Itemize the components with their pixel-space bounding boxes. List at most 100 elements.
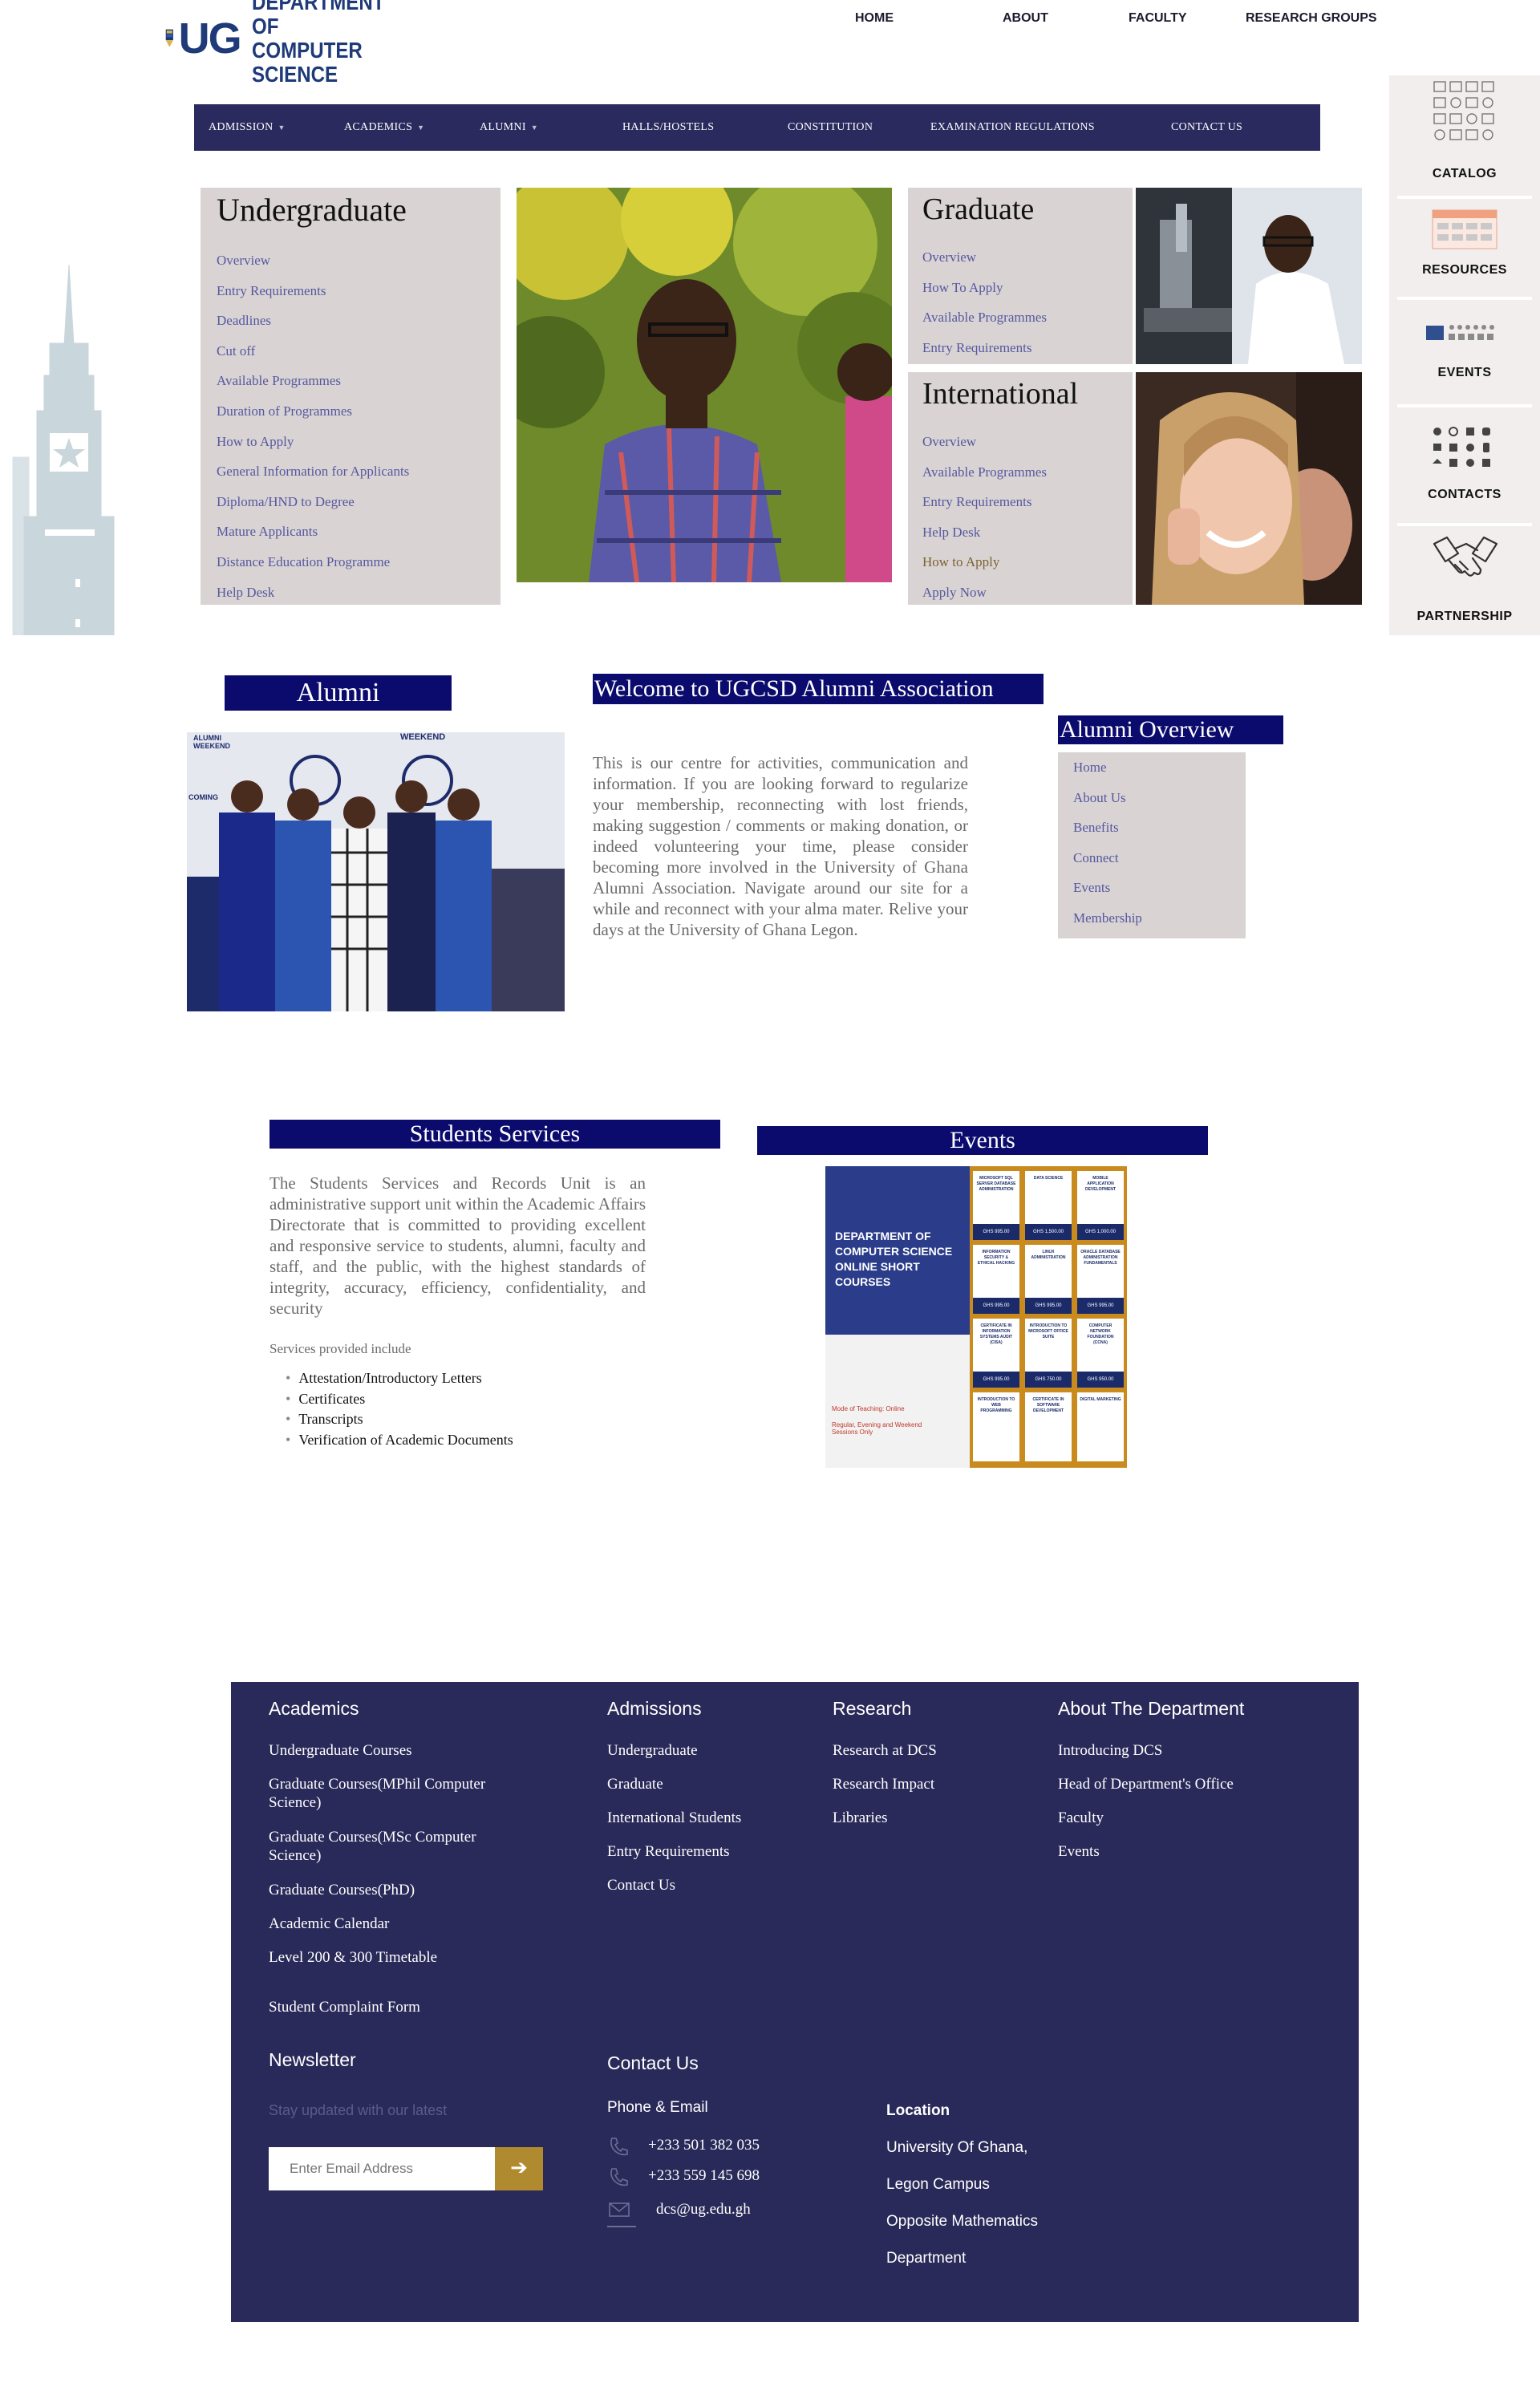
poster-course-name: CERTIFICATE IN INFORMATION SYSTEMS AUDIT…	[979, 1323, 1013, 1345]
international-student-photo-image	[1136, 372, 1362, 605]
service-item: • Transcripts	[286, 1411, 363, 1428]
footer-research-heading: Research	[833, 1698, 912, 1719]
ug-link-duration[interactable]: Duration of Programmes	[217, 396, 409, 427]
footer-link-events[interactable]: Events	[1058, 1842, 1100, 1861]
contact-email[interactable]: dcs@ug.edu.gh	[656, 2200, 751, 2219]
footer-link-msc[interactable]: Graduate Courses(MSc Computer Science)	[269, 1828, 525, 1865]
footer-link-libraries[interactable]: Libraries	[833, 1809, 888, 1827]
ug-link-help-desk[interactable]: Help Desk	[217, 577, 409, 608]
sidebar-item-events[interactable]: EVENTS	[1389, 300, 1540, 404]
poster-course-price: GHS 995.00	[973, 1372, 1019, 1388]
alumni-link-connect[interactable]: Connect	[1073, 843, 1142, 873]
footer-link-research-impact[interactable]: Research Impact	[833, 1775, 934, 1793]
ug-link-mature-applicants[interactable]: Mature Applicants	[217, 517, 409, 547]
newsletter-submit-button[interactable]: ➔	[495, 2147, 543, 2190]
grad-link-overview[interactable]: Overview	[922, 242, 1047, 273]
ug-link-available-programmes[interactable]: Available Programmes	[217, 366, 409, 396]
alumni-link-events[interactable]: Events	[1073, 873, 1142, 903]
nav-halls-hostels[interactable]: HALLS/HOSTELS	[622, 104, 714, 151]
location-line-1: University Of Ghana,	[886, 2139, 1028, 2156]
footer-link-entry-requirements[interactable]: Entry Requirements	[607, 1842, 730, 1861]
intl-link-overview[interactable]: Overview	[922, 427, 1047, 457]
site-footer: Academics Undergraduate Courses Graduate…	[231, 1682, 1359, 2322]
ug-link-distance-education[interactable]: Distance Education Programme	[217, 547, 409, 577]
grad-link-how-to-apply[interactable]: How To Apply	[922, 273, 1047, 303]
alumni-link-home[interactable]: Home	[1073, 752, 1142, 783]
sidebar-item-partnership[interactable]: PARTNERSHIP	[1389, 526, 1540, 635]
top-nav-research-groups[interactable]: RESEARCH GROUPS	[1246, 11, 1377, 26]
top-nav-about[interactable]: ABOUT	[1003, 11, 1048, 26]
nav-examination-regulations[interactable]: EXAMINATION REGULATIONS	[930, 104, 1095, 151]
ug-link-how-to-apply[interactable]: How to Apply	[217, 427, 409, 457]
alumni-link-about-us[interactable]: About Us	[1073, 783, 1142, 813]
top-nav-faculty[interactable]: FACULTY	[1129, 11, 1187, 26]
students-services-text: The Students Services and Records Unit i…	[270, 1173, 646, 1318]
events-heading: Events	[757, 1126, 1208, 1155]
chevron-down-icon: ▼	[278, 124, 286, 132]
nav-alumni[interactable]: ALUMNI ▼	[480, 104, 538, 151]
contact-phone-1[interactable]: +233 501 382 035	[648, 2136, 760, 2154]
contact-phone-2[interactable]: +233 559 145 698	[648, 2166, 760, 2185]
graduate-title: Graduate	[922, 192, 1035, 226]
main-navbar: ADMISSION ▼ ACADEMICS ▼ ALUMNI ▼ HALLS/HOST…	[194, 104, 1320, 151]
top-nav-home[interactable]: HOME	[855, 11, 894, 26]
footer-link-graduate[interactable]: Graduate	[607, 1775, 663, 1793]
footer-link-contact-us[interactable]: Contact Us	[607, 1876, 675, 1894]
footer-link-faculty[interactable]: Faculty	[1058, 1809, 1104, 1827]
poster-course-name: DATA SCIENCE	[1033, 1176, 1064, 1181]
poster-course-price: GHS 995.00	[1025, 1298, 1072, 1314]
sidebar-item-resources[interactable]: RESOURCES	[1389, 199, 1540, 297]
footer-link-phd[interactable]: Graduate Courses(PhD)	[269, 1881, 525, 1899]
location-line-3: Opposite Mathematics	[886, 2213, 1039, 2230]
sidebar-item-catalog[interactable]: CATALOG	[1389, 75, 1540, 196]
sidebar-label-resources: RESOURCES	[1422, 263, 1507, 277]
footer-link-academic-calendar[interactable]: Academic Calendar	[269, 1915, 525, 1933]
footer-link-mphil[interactable]: Graduate Courses(MPhil Computer Science)	[269, 1775, 525, 1812]
alumni-link-benefits[interactable]: Benefits	[1073, 812, 1142, 843]
ug-link-general-info[interactable]: General Information for Applicants	[217, 456, 409, 487]
ug-link-diploma-hnd[interactable]: Diploma/HND to Degree	[217, 487, 409, 517]
footer-link-international-students[interactable]: International Students	[607, 1809, 741, 1827]
alumni-banner-left: ALUMNI WEEKEND	[193, 734, 231, 750]
nav-constitution[interactable]: CONSTITUTION	[788, 104, 873, 151]
events-poster[interactable]: DEPARTMENT OF COMPUTER SCIENCE ONLINE SH…	[825, 1166, 1127, 1468]
intl-link-available-programmes[interactable]: Available Programmes	[922, 457, 1047, 488]
nav-academics[interactable]: ACADEMICS ▼	[344, 104, 424, 151]
intl-link-how-to-apply[interactable]: How to Apply	[922, 547, 1047, 577]
footer-link-timetable[interactable]: Level 200 & 300 Timetable	[269, 1948, 525, 1967]
alumni-overview-panel: Home About Us Benefits Connect Events Me…	[1058, 752, 1246, 938]
ug-link-cut-off[interactable]: Cut off	[217, 336, 409, 367]
footer-link-undergraduate-courses[interactable]: Undergraduate Courses	[269, 1741, 525, 1760]
footer-link-undergraduate[interactable]: Undergraduate	[607, 1741, 698, 1760]
ug-link-overview[interactable]: Overview	[217, 245, 409, 276]
poster-course-price: GHS 1,000.00	[1077, 1224, 1124, 1240]
footer-link-complaint-form[interactable]: Student Complaint Form	[269, 1998, 525, 2016]
intl-link-entry-requirements[interactable]: Entry Requirements	[922, 487, 1047, 517]
footer-link-hod-office[interactable]: Head of Department's Office	[1058, 1775, 1234, 1793]
ug-link-entry-requirements[interactable]: Entry Requirements	[217, 276, 409, 306]
intl-link-apply-now[interactable]: Apply Now	[922, 577, 1047, 608]
resources-icon	[1432, 209, 1497, 249]
nav-contact-us[interactable]: CONTACT US	[1171, 104, 1242, 151]
poster-course-card: ORACLE DATABASE ADMINISTRATION FUNDAMENT…	[1077, 1245, 1124, 1314]
poster-course-card: INFORMATION SECURITY & ETHICAL HACKING GH…	[973, 1245, 1019, 1314]
bullet-icon: •	[286, 1370, 291, 1386]
nav-admission[interactable]: ADMISSION ▼	[209, 104, 286, 151]
ug-link-deadlines[interactable]: Deadlines	[217, 306, 409, 336]
logo-mark: UG	[178, 14, 242, 63]
poster-course-name: DIGITAL MARKETING	[1080, 1397, 1121, 1402]
intl-link-help-desk[interactable]: Help Desk	[922, 517, 1047, 548]
site-logo[interactable]: UG DEPARTMENT OF COMPUTER SCIENCE	[165, 0, 406, 87]
sidebar-item-contacts[interactable]: CONTACTS	[1389, 407, 1540, 523]
poster-course-card: COMPUTER NETWORK FOUNDATION (CCNA) GHS 95…	[1077, 1319, 1124, 1388]
footer-link-introducing-dcs[interactable]: Introducing DCS	[1058, 1741, 1162, 1760]
poster-course-price: GHS 1,500.00	[1025, 1224, 1072, 1240]
grad-link-available-programmes[interactable]: Available Programmes	[922, 302, 1047, 333]
alumni-link-membership[interactable]: Membership	[1073, 903, 1142, 934]
clock-tower-illustration	[12, 264, 115, 635]
newsletter-email-input[interactable]	[269, 2147, 495, 2190]
welcome-heading: Welcome to UGCSD Alumni Association	[593, 674, 1044, 704]
footer-link-research-at-dcs[interactable]: Research at DCS	[833, 1741, 937, 1760]
international-title: International	[922, 377, 1079, 411]
grad-link-entry-requirements[interactable]: Entry Requirements	[922, 333, 1047, 363]
